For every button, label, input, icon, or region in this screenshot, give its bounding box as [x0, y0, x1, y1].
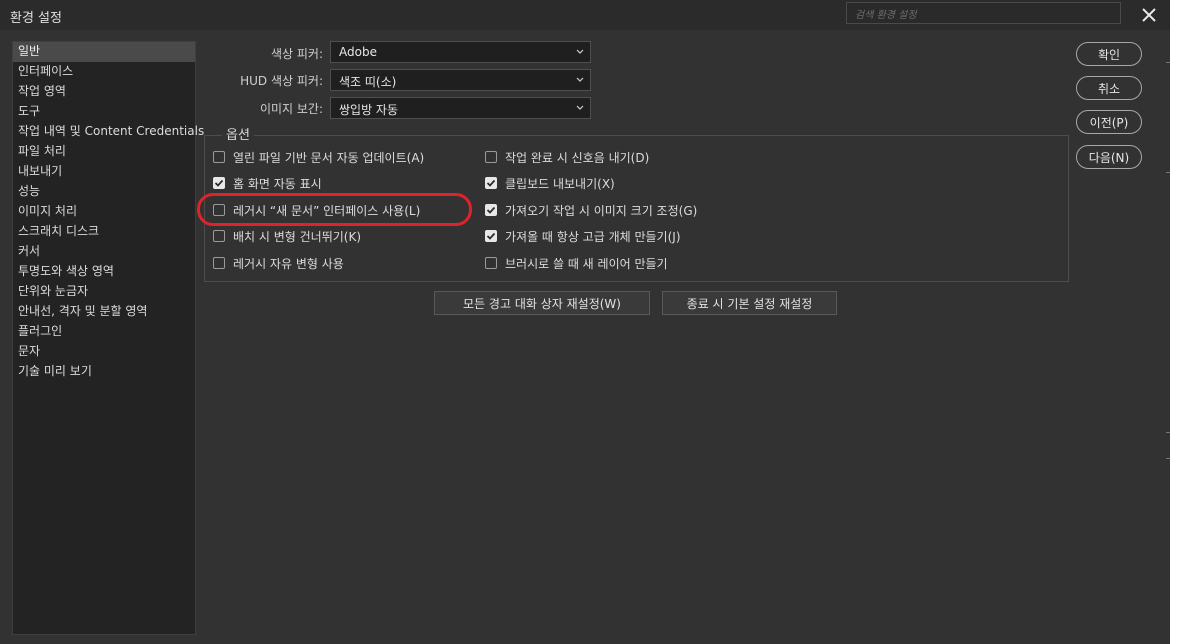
reset-on-quit-button[interactable]: 종료 시 기본 설정 재설정: [662, 291, 837, 315]
sidebar-item-file-handling[interactable]: 파일 처리: [13, 142, 195, 162]
checkbox[interactable]: [485, 177, 497, 189]
checkmark-icon: [214, 179, 224, 187]
interpolation-select[interactable]: 쌍입방 자동: [330, 97, 591, 119]
title-bar: 환경 설정 검색 환경 설정: [0, 0, 1170, 30]
hud-picker-label: HUD 색상 피커:: [240, 74, 323, 88]
option-label: 가져오기 작업 시 이미지 크기 조정(G): [505, 203, 698, 218]
option-label: 레거시 자유 변형 사용: [233, 256, 344, 271]
option-new-layer-on-brush[interactable]: 브러시로 쓸 때 새 레이어 만들기: [485, 254, 668, 272]
close-button[interactable]: [1137, 3, 1161, 27]
checkbox[interactable]: [485, 257, 497, 269]
sidebar-item-performance[interactable]: 성능: [13, 182, 195, 202]
sidebar-item-guides-grid[interactable]: 안내선, 격자 및 분할 영역: [13, 302, 195, 322]
color-picker-value: Adobe: [339, 45, 377, 59]
hud-picker-select[interactable]: 색조 띠(소): [330, 69, 591, 91]
color-picker-select[interactable]: Adobe: [330, 41, 591, 63]
sidebar-item-general[interactable]: 일반: [13, 42, 195, 62]
sidebar-item-tools[interactable]: 도구: [13, 102, 195, 122]
sidebar-item-workspace[interactable]: 작업 영역: [13, 82, 195, 102]
option-label: 홈 화면 자동 표시: [233, 176, 322, 191]
checkbox[interactable]: [213, 257, 225, 269]
sidebar-item-tech-previews[interactable]: 기술 미리 보기: [13, 362, 195, 382]
option-skip-transform-on-place[interactable]: 배치 시 변형 건너뛰기(K): [213, 227, 361, 245]
cancel-button[interactable]: 취소: [1076, 76, 1142, 100]
color-picker-label: 색상 피커:: [270, 47, 323, 61]
prev-button[interactable]: 이전(P): [1076, 110, 1142, 134]
sidebar-item-history[interactable]: 작업 내역 및 Content Credentials: [13, 122, 204, 142]
checkmark-icon: [486, 206, 496, 214]
sidebar-item-plugins[interactable]: 플러그인: [13, 322, 195, 342]
sidebar-item-transparency[interactable]: 투명도와 색상 영역: [13, 262, 195, 282]
option-label: 작업 완료 시 신호음 내기(D): [505, 150, 650, 165]
category-sidebar: 일반 인터페이스 작업 영역 도구 작업 내역 및 Content Creden…: [12, 41, 204, 635]
option-legacy-free-transform[interactable]: 레거시 자유 변형 사용: [213, 254, 344, 272]
sidebar-item-cursors[interactable]: 커서: [13, 242, 195, 262]
close-icon: [1142, 8, 1156, 22]
search-input[interactable]: 검색 환경 설정: [846, 2, 1121, 24]
option-label: 열린 파일 기반 문서 자동 업데이트(A): [233, 150, 425, 165]
option-export-clipboard[interactable]: 클립보드 내보내기(X): [485, 174, 615, 192]
option-label: 가져올 때 항상 고급 개체 만들기(J): [505, 229, 681, 244]
next-button[interactable]: 다음(N): [1076, 145, 1142, 169]
interpolation-label: 이미지 보간:: [259, 102, 323, 116]
reset-warnings-button[interactable]: 모든 경고 대화 상자 재설정(W): [434, 291, 650, 315]
chevron-down-icon: [576, 77, 584, 82]
sidebar-item-interface[interactable]: 인터페이스: [13, 62, 195, 82]
chevron-down-icon: [576, 49, 584, 54]
option-always-smart-objects[interactable]: 가져올 때 항상 고급 개체 만들기(J): [485, 227, 681, 245]
checkmark-icon: [486, 179, 496, 187]
option-show-home-screen[interactable]: 홈 화면 자동 표시: [213, 174, 322, 192]
option-label: 클립보드 내보내기(X): [505, 176, 615, 191]
sidebar-item-scratch-disks[interactable]: 스크래치 디스크: [13, 222, 195, 242]
checkbox[interactable]: [213, 230, 225, 242]
option-resize-on-place[interactable]: 가져오기 작업 시 이미지 크기 조정(G): [485, 201, 697, 219]
interpolation-value: 쌍입방 자동: [339, 103, 399, 117]
option-label: 배치 시 변형 건너뛰기(K): [233, 229, 362, 244]
background-strip: [1170, 0, 1184, 644]
highlight-annotation: [197, 193, 472, 226]
hud-picker-value: 색조 띠(소): [339, 75, 397, 89]
preferences-dialog: 환경 설정 검색 환경 설정 일반 인터페이스 작업 영역 도구 작업 내역 및…: [0, 0, 1170, 644]
checkbox[interactable]: [485, 204, 497, 216]
chevron-down-icon: [576, 105, 584, 110]
checkmark-icon: [486, 232, 496, 240]
sidebar-item-image-processing[interactable]: 이미지 처리: [13, 202, 195, 222]
checkbox[interactable]: [213, 177, 225, 189]
window-title: 환경 설정: [10, 11, 62, 26]
option-beep-when-done[interactable]: 작업 완료 시 신호음 내기(D): [485, 148, 649, 166]
sidebar-item-type[interactable]: 문자: [13, 342, 195, 362]
sidebar-item-export[interactable]: 내보내기: [13, 162, 195, 182]
options-legend: 옵션: [222, 124, 254, 143]
ok-button[interactable]: 확인: [1076, 42, 1142, 66]
checkbox[interactable]: [213, 151, 225, 163]
option-label: 브러시로 쓸 때 새 레이어 만들기: [505, 256, 668, 271]
checkbox[interactable]: [485, 151, 497, 163]
checkbox[interactable]: [485, 230, 497, 242]
sidebar-item-units-rulers[interactable]: 단위와 눈금자: [13, 282, 195, 302]
option-auto-update-docs[interactable]: 열린 파일 기반 문서 자동 업데이트(A): [213, 148, 424, 166]
